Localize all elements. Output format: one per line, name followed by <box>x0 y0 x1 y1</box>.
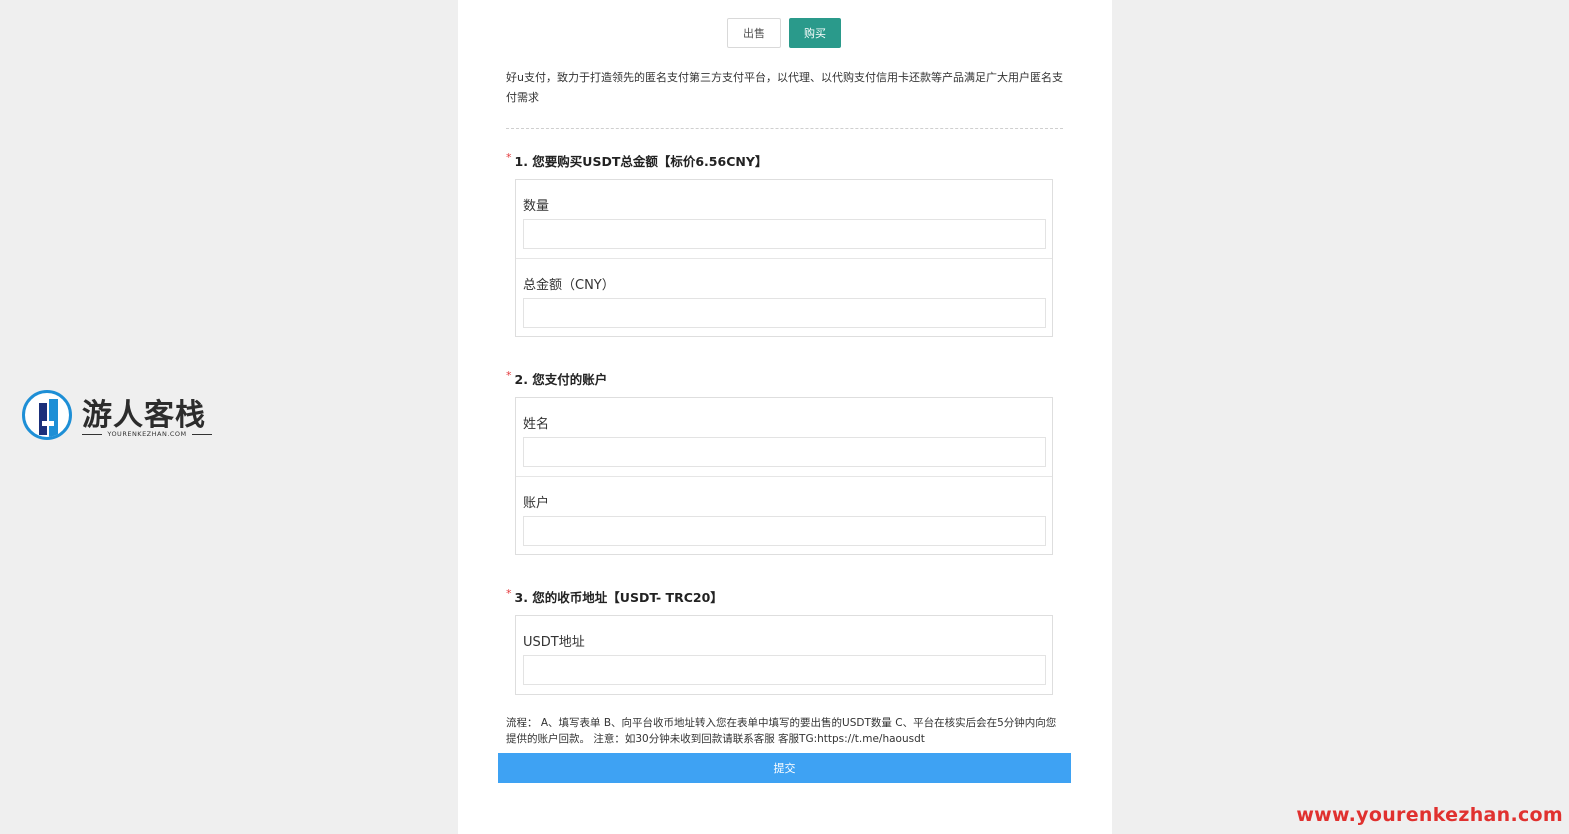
tab-buy[interactable]: 购买 <box>789 18 841 48</box>
quantity-label: 数量 <box>523 199 550 214</box>
site-logo: 游人客栈 YOURENKEZHAN.COM <box>22 390 217 444</box>
quantity-field: 数量 <box>516 180 1052 258</box>
section-title-amount: * 1. 您要购买USDT总金额【标价6.56CNY】 <box>506 151 767 170</box>
order-form-panel: 出售 购买 好u支付，致力于打造领先的匿名支付第三方支付平台，以代理、以代购支付… <box>458 0 1112 834</box>
total-amount-label: 总金额（CNY） <box>523 278 615 293</box>
logo-name: 游人客栈 <box>82 398 206 433</box>
amount-group: 数量 总金额（CNY） <box>515 179 1053 337</box>
section-title-text: 2. 您支付的账户 <box>514 372 608 387</box>
section-title-text: 1. 您要购买USDT总金额【标价6.56CNY】 <box>514 154 768 169</box>
section-title-account: * 2. 您支付的账户 <box>506 369 607 388</box>
account-field: 账户 <box>516 476 1052 554</box>
total-amount-input[interactable] <box>523 298 1046 328</box>
tab-sell[interactable]: 出售 <box>727 18 781 48</box>
logo-domain: YOURENKEZHAN.COM <box>82 430 212 438</box>
trade-tabs: 出售 购买 <box>727 18 841 48</box>
name-label: 姓名 <box>523 417 550 432</box>
name-input[interactable] <box>523 437 1046 467</box>
divider <box>506 128 1063 129</box>
section-title-text: 3. 您的收币地址【USDT- TRC20】 <box>514 590 723 605</box>
required-mark: * <box>506 369 512 382</box>
total-amount-field: 总金额（CNY） <box>516 258 1052 336</box>
name-field: 姓名 <box>516 398 1052 476</box>
submit-button[interactable]: 提交 <box>498 753 1071 783</box>
account-group: 姓名 账户 <box>515 397 1053 555</box>
address-group: USDT地址 <box>515 615 1053 695</box>
usdt-address-field: USDT地址 <box>516 616 1052 694</box>
usdt-address-label: USDT地址 <box>523 635 585 650</box>
account-input[interactable] <box>523 516 1046 546</box>
logo-mark-icon <box>22 390 72 440</box>
required-mark: * <box>506 151 512 164</box>
quantity-input[interactable] <box>523 219 1046 249</box>
section-title-address: * 3. 您的收币地址【USDT- TRC20】 <box>506 587 723 606</box>
process-notes: 流程： A、填写表单 B、向平台收币地址转入您在表单中填写的要出售的USDT数量… <box>506 717 1057 745</box>
intro-text: 好u支付，致力于打造领先的匿名支付第三方支付平台，以代理、以代购支付信用卡还款等… <box>506 71 1063 104</box>
usdt-address-input[interactable] <box>523 655 1046 685</box>
required-mark: * <box>506 587 512 600</box>
watermark: www.yourenkezhan.com <box>1296 804 1563 826</box>
account-label: 账户 <box>523 496 550 511</box>
